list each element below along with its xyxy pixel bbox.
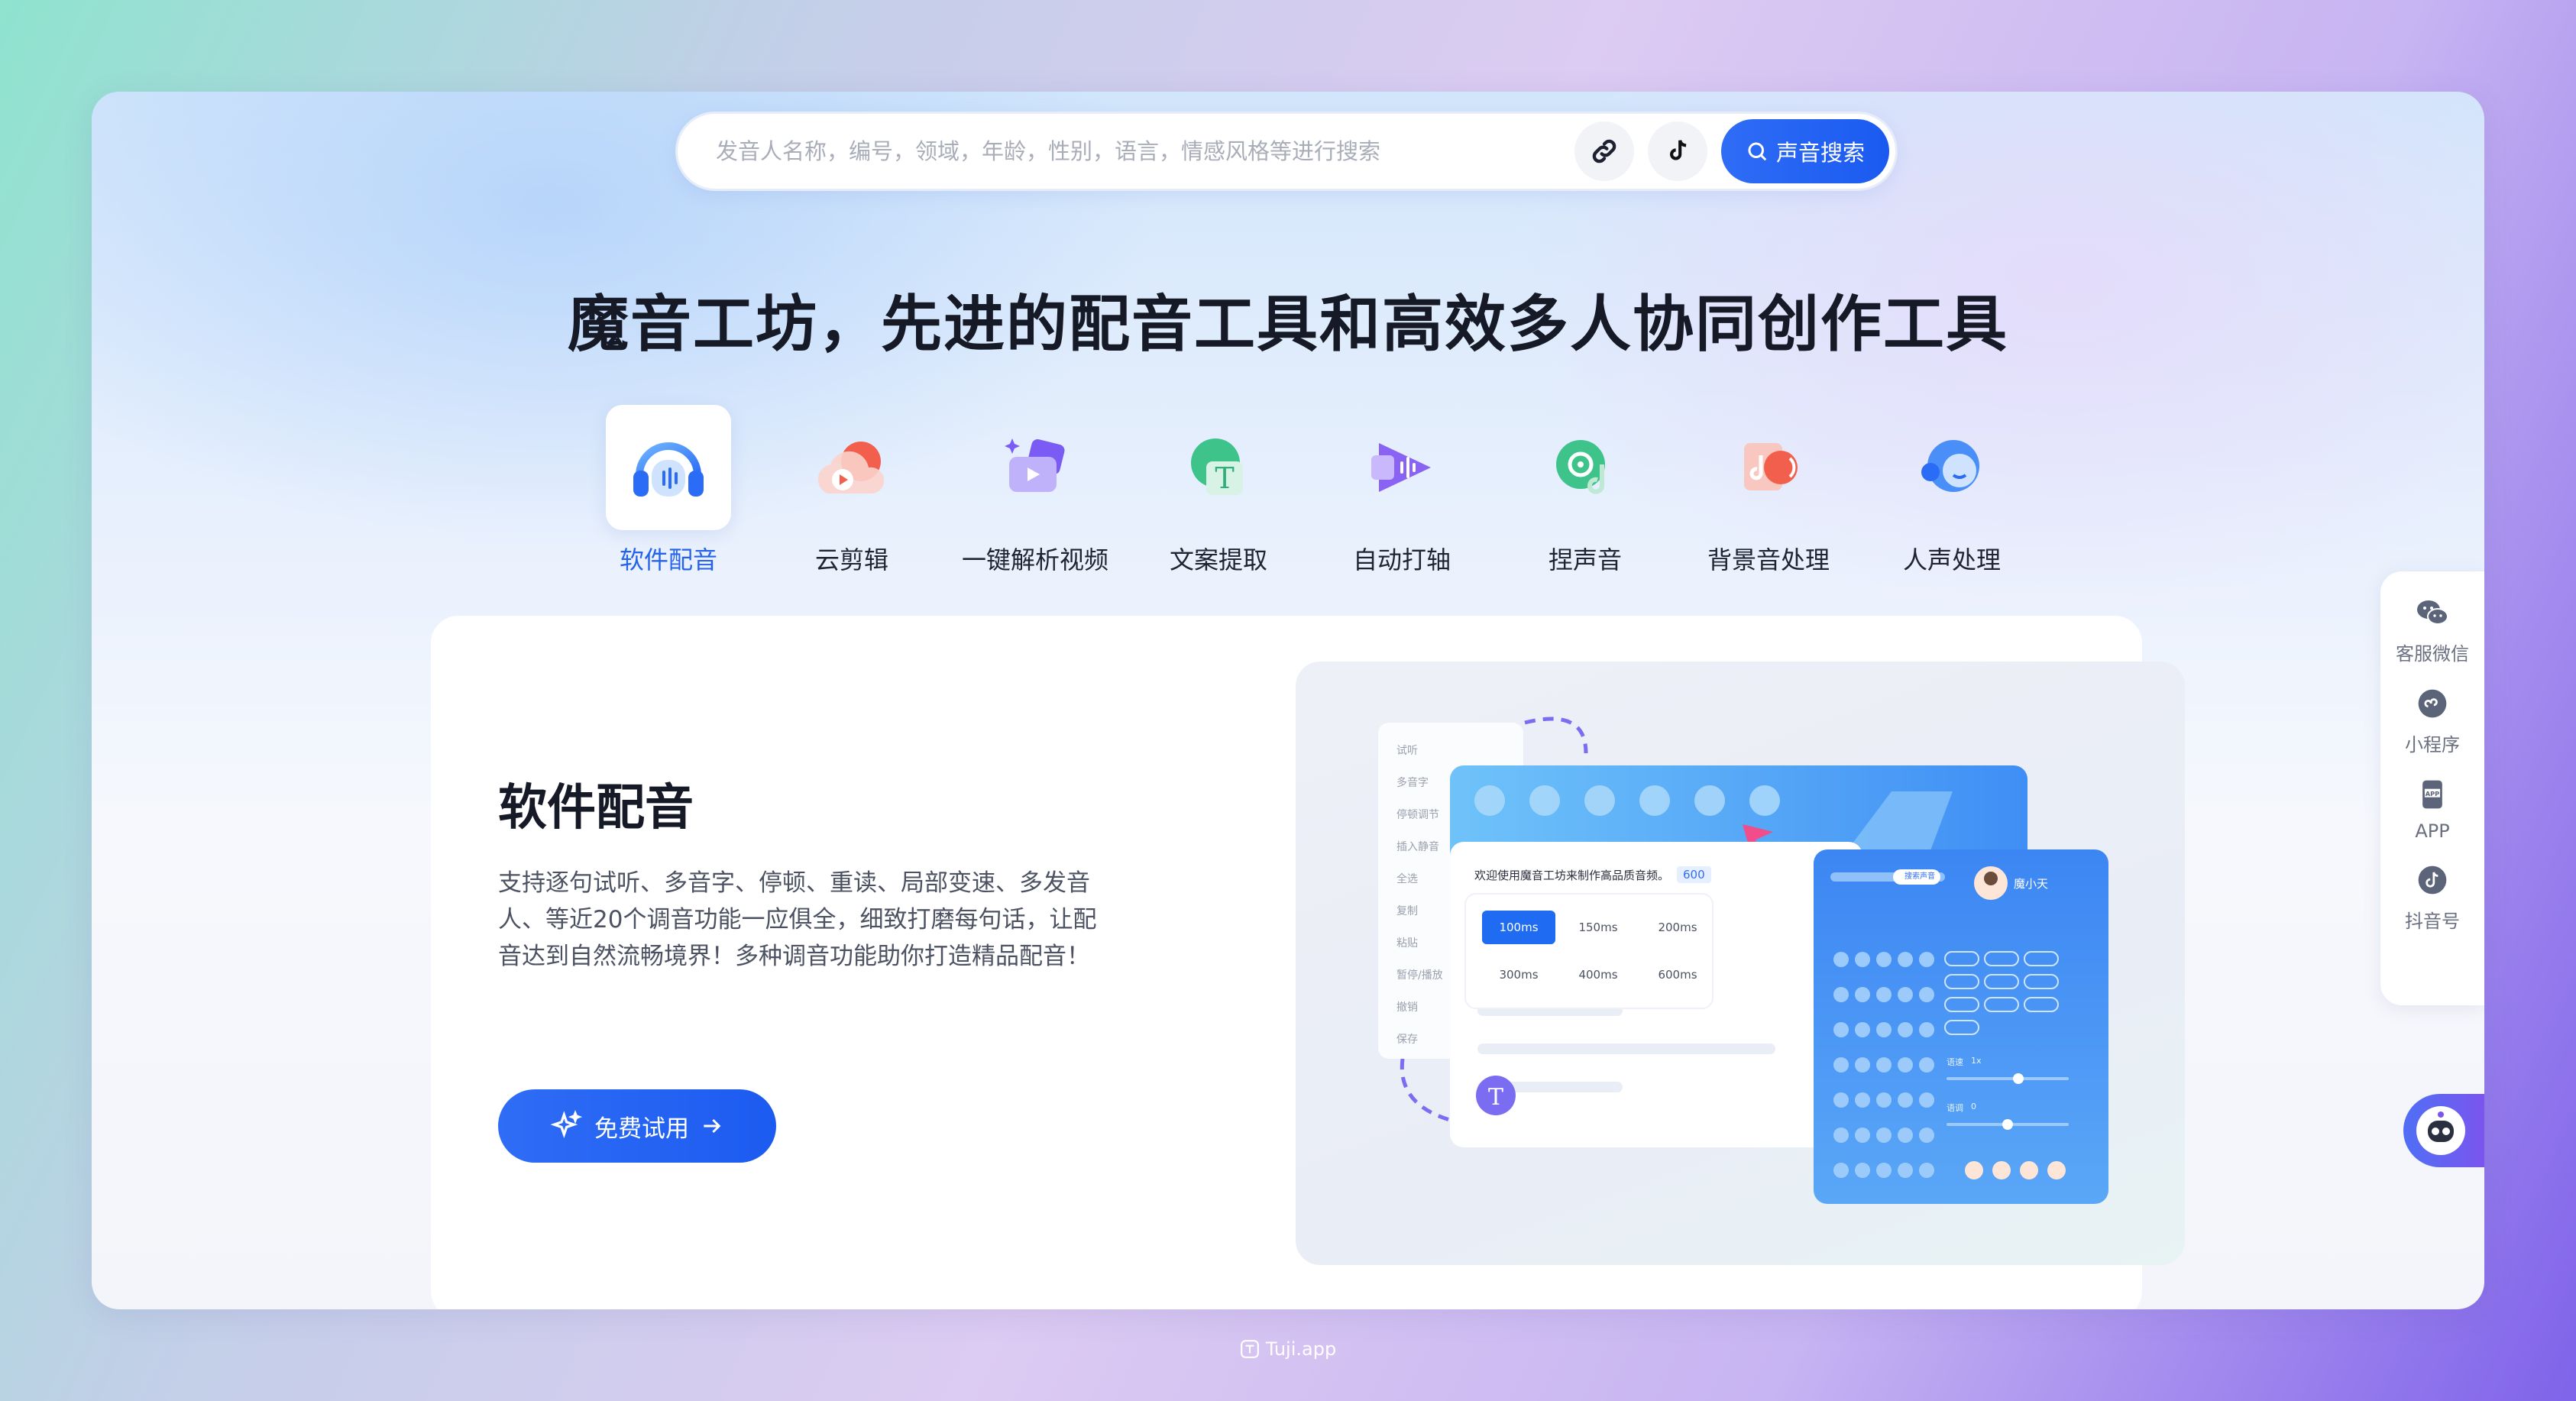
pitch-label: 语调 [1947,1103,1963,1113]
feature-preview: T 试听 多音字 停顿调节 插入静音 全选 复制 粘贴 暂停/播放 撤销 保存 … [1296,662,2185,1265]
preview-menu: 试听 多音字 停顿调节 插入静音 全选 复制 粘贴 暂停/播放 撤销 保存 [1396,743,1443,1047]
svg-text:APP: APP [2426,790,2439,798]
video-parse-icon [1005,438,1065,492]
headphones-icon [633,442,704,497]
preview-menu-item: 暂停/播放 [1396,969,1443,982]
wechat-icon [2417,600,2448,625]
pause-option[interactable]: 300ms [1482,966,1555,984]
preview-welcome-text: 欢迎使用魔音工坊来制作高品质音频。 [1474,868,1670,882]
dock-wechat[interactable]: 客服微信 [2396,594,2469,665]
search-input[interactable] [716,138,1561,164]
preview-welcome: 欢迎使用魔音工坊来制作高品质音频。 600 [1474,866,1711,883]
tab-label: 软件配音 [619,545,717,574]
tab-label: 云剪辑 [814,545,888,574]
tab-label: 背景音处理 [1707,545,1830,574]
preview-count: 600 [1677,866,1711,883]
feature-title: 软件配音 [498,780,694,836]
tiktok-search-button[interactable] [1647,121,1707,181]
voice-shape-icon [1556,440,1605,494]
tab-parse-video[interactable]: 一键解析视频 [943,405,1127,576]
tab-background-sound[interactable]: 背景音处理 [1677,405,1860,576]
side-dock: 客服微信 小程序 APP APP 抖音号 [2380,571,2484,1005]
dock-mini-program[interactable]: 小程序 [2405,685,2460,756]
tool-tabs: 软件配音 云剪辑 一键解析视频 T 文案提取 自动打轴 捏声音 背景音处理 人声… [577,405,2044,576]
speaker-name: 魔小天 [2014,877,2049,891]
tab-cloud-editing[interactable]: 云剪辑 [760,405,943,576]
tab-label: 人声处理 [1902,545,2001,574]
voice-search-label: 声音搜索 [1775,140,1865,166]
text-extract-icon: T [1191,438,1243,495]
robot-icon [2416,1106,2465,1155]
feature-card: 软件配音 支持逐句试听、多音字、停顿、重读、局部变速、多发音人、等近20个调音功… [431,616,2185,1309]
tab-label: 一键解析视频 [961,545,1108,574]
tab-label: 自动打轴 [1352,545,1451,574]
pause-option[interactable]: 600ms [1641,966,1714,984]
arrow-right-icon [704,1118,721,1134]
tab-label: 文案提取 [1169,545,1267,574]
dock-label: 小程序 [2405,734,2460,756]
tab-software-dubbing[interactable]: 软件配音 [577,405,760,576]
background-sound-icon [1744,443,1798,490]
tuji-logo-icon [1240,1340,1259,1358]
tab-label: 捏声音 [1548,545,1622,574]
auto-timeline-icon [1371,443,1431,492]
preview-menu-item: 粘贴 [1396,937,1418,950]
cloud-video-icon [817,442,885,493]
voice-search-button[interactable]: 声音搜索 [1720,119,1889,183]
preview-menu-item: 保存 [1396,1034,1418,1046]
tiktok-icon [2418,866,2447,895]
preview-menu-item: 插入静音 [1396,841,1439,853]
dock-label: 客服微信 [2396,643,2469,665]
speed-value: 1x [1971,1056,1982,1066]
speed-label: 语速 [1947,1057,1963,1067]
link-search-button[interactable] [1574,121,1634,181]
search-icon [1748,142,1767,161]
pause-option[interactable]: 100ms [1482,911,1555,944]
tab-auto-timeline[interactable]: 自动打轴 [1310,405,1493,576]
free-trial-button[interactable]: 免费试用 [498,1089,776,1163]
mini-program-icon [2418,689,2447,718]
dock-app[interactable]: APP APP [2414,776,2451,842]
page-title: 魔音工坊，先进的配音工具和高效多人协同创作工具 [568,289,2008,360]
tab-text-extract[interactable]: T 文案提取 [1127,405,1310,576]
sparkle-icon [550,1109,583,1139]
svg-text:T: T [1488,1084,1503,1111]
vocal-process-icon [1921,440,1979,492]
search-bar: 声音搜索 [675,112,1898,191]
pitch-row: 语调 0 [1947,1102,1976,1114]
free-trial-label: 免费试用 [594,1115,689,1143]
assistant-button[interactable] [2403,1094,2484,1167]
link-icon [1592,139,1616,163]
preview-menu-item: 全选 [1396,873,1418,885]
pause-options: 100ms 150ms 200ms 300ms 400ms 600ms [1482,911,1711,984]
app-icon: APP [2422,780,2442,809]
pitch-value: 0 [1971,1102,1976,1111]
tiktok-icon [1670,140,1687,160]
dock-label: APP [2415,820,2450,842]
footer-text: Tuji.app [1265,1338,1337,1360]
preview-menu-item: 撤销 [1396,1001,1418,1014]
feature-description: 支持逐句试听、多音字、停顿、重读、局部变速、多发音人、等近20个调音功能一应俱全… [498,869,1097,970]
footer: Tuji.app [0,1338,2576,1360]
tab-vocal-processing[interactable]: 人声处理 [1860,405,2044,576]
tab-voice-shaping[interactable]: 捏声音 [1493,405,1677,576]
pause-option[interactable]: 200ms [1641,911,1714,944]
preview-menu-item: 复制 [1396,905,1418,917]
speaker-tag: 搜索声音 [1904,872,1935,881]
preview-menu-item: 试听 [1396,745,1418,757]
preview-menu-item: 多音字 [1396,777,1429,789]
svg-text:T: T [1215,461,1234,495]
speed-row: 语速 1x [1947,1056,1982,1068]
pause-option[interactable]: 400ms [1561,966,1635,984]
main-frame: 声音搜索 魔音工坊，先进的配音工具和高效多人协同创作工具 软件配音 [92,92,2484,1309]
pause-option[interactable]: 150ms [1561,911,1635,944]
dock-tiktok[interactable]: 抖音号 [2405,862,2460,933]
preview-menu-item: 停顿调节 [1396,809,1439,821]
dock-label: 抖音号 [2405,911,2460,932]
